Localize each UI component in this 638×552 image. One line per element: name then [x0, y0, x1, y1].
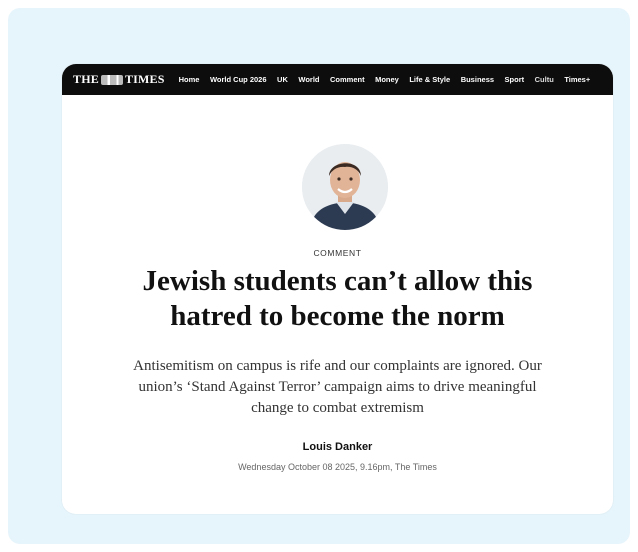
nav-item-business[interactable]: Business	[461, 75, 494, 84]
times-logo[interactable]: THE TIMES	[73, 72, 165, 87]
logo-text-left: THE	[73, 72, 99, 86]
article-card: THE TIMES Home World Cup 2026 UK World C…	[62, 64, 613, 514]
nav-item-comment[interactable]: Comment	[330, 75, 365, 84]
author-avatar	[302, 144, 388, 230]
article-standfirst: Antisemitism on campus is rife and our c…	[133, 358, 542, 416]
nav-item-culture[interactable]: Cultu	[535, 75, 554, 84]
nav-item-times-plus[interactable]: Times+	[564, 75, 590, 84]
page-background: THE TIMES Home World Cup 2026 UK World C…	[8, 8, 630, 544]
nav-item-money[interactable]: Money	[375, 75, 399, 84]
article-kicker: COMMENT	[313, 248, 362, 258]
site-navbar: THE TIMES Home World Cup 2026 UK World C…	[62, 64, 613, 95]
author-name[interactable]: Louis Danker	[62, 441, 613, 453]
nav-item-home[interactable]: Home	[179, 75, 200, 84]
crest-icon	[100, 74, 123, 85]
nav-item-uk[interactable]: UK	[277, 75, 288, 84]
nav-item-world-cup[interactable]: World Cup 2026	[210, 75, 267, 84]
nav-item-life-style[interactable]: Life & Style	[409, 75, 450, 84]
author-portrait-icon	[302, 144, 388, 230]
nav-item-sport[interactable]: Sport	[505, 75, 525, 84]
nav-item-world[interactable]: World	[298, 75, 319, 84]
logo-text-right: TIMES	[124, 72, 165, 86]
article-headline: Jewish students can’t allow this hatred …	[142, 265, 533, 332]
article-dateline: Wednesday October 08 2025, 9.16pm, The T…	[238, 462, 437, 472]
